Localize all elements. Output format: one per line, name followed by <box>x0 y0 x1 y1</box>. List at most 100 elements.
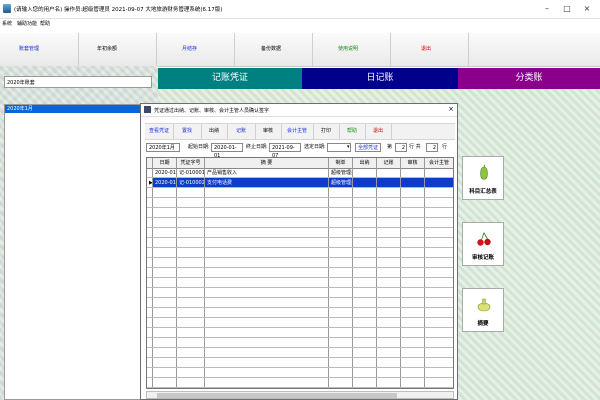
empty-cell <box>205 368 329 377</box>
empty-cell <box>153 258 177 267</box>
empty-cell <box>205 348 329 357</box>
empty-cell <box>377 258 401 267</box>
ledger-manage-button[interactable] <box>0 33 79 66</box>
view-voucher-button[interactable]: 查看凭证 <box>145 124 174 139</box>
empty-cell <box>377 308 401 317</box>
horizontal-scrollbar[interactable] <box>146 391 454 399</box>
empty-cell <box>177 378 205 387</box>
cashier-button[interactable]: 出纳 <box>201 124 228 139</box>
help-button[interactable]: 帮助 <box>339 124 366 139</box>
ledger-year-field[interactable]: 2020年账套 <box>4 76 152 88</box>
menu-help[interactable]: 帮助 <box>40 20 50 27</box>
empty-cell <box>425 328 453 337</box>
empty-cell <box>205 298 329 307</box>
subject-summary-button[interactable]: 科目汇总表 <box>462 156 504 200</box>
empty-cell <box>205 338 329 347</box>
empty-cell <box>425 298 453 307</box>
period-list[interactable]: 2020年1月 <box>4 104 152 400</box>
dialog-exit-button[interactable]: 退出 <box>365 124 392 139</box>
maximize-button[interactable]: □ <box>560 2 574 15</box>
tab-voucher[interactable]: 记账凭证 <box>158 68 302 89</box>
empty-cell <box>425 348 453 357</box>
period-item[interactable]: 2020年1月 <box>5 105 151 113</box>
audit-post-button[interactable]: 审核记账 <box>462 222 504 266</box>
window-title: (请输入您的用户名) 操作员:超级管理员 2021-09-07 大地旅游财务管理… <box>14 7 223 13</box>
minimize-button[interactable]: – <box>540 2 554 15</box>
manual-label: 使用说明 <box>338 46 359 52</box>
empty-cell <box>377 188 401 197</box>
empty-cell <box>377 218 401 227</box>
empty-cell <box>353 278 377 287</box>
page-prefix: 第 <box>387 144 393 150</box>
empty-cell <box>205 328 329 337</box>
empty-cell <box>329 318 353 327</box>
all-vouchers-button[interactable]: 全部凭证 <box>355 143 381 152</box>
close-button[interactable]: × <box>580 2 594 15</box>
empty-cell <box>377 348 401 357</box>
empty-cell <box>401 228 425 237</box>
empty-cell <box>329 358 353 367</box>
empty-cell <box>329 288 353 297</box>
table-row[interactable]: 2020-01-16 记-010001 产品销售收入 超级管理员 <box>147 168 453 178</box>
empty-cell <box>401 208 425 217</box>
empty-cell <box>401 248 425 257</box>
empty-row <box>147 298 453 308</box>
row-voucher: 记-010002 <box>179 178 205 187</box>
opening-balance-button[interactable] <box>78 33 157 66</box>
empty-cell <box>177 358 205 367</box>
start-date-field[interactable]: 2020-01-01 <box>211 143 243 159</box>
row-bookkeeper <box>377 178 401 187</box>
scrollbar-thumb[interactable] <box>157 393 397 398</box>
empty-cell <box>377 208 401 217</box>
empty-cell <box>329 188 353 197</box>
audit-button[interactable]: 审核 <box>255 124 282 139</box>
empty-cell <box>353 328 377 337</box>
row-maker: 超级管理员 <box>331 168 353 177</box>
select-date-dropdown-icon[interactable]: ▾ <box>347 144 350 150</box>
empty-cell <box>177 188 205 197</box>
empty-cell <box>329 248 353 257</box>
post-button[interactable]: 记账 <box>227 124 256 139</box>
empty-cell <box>401 308 425 317</box>
empty-cell <box>377 368 401 377</box>
menu-tools[interactable]: 辅助功能 <box>17 20 37 27</box>
empty-cell <box>153 228 177 237</box>
empty-cell <box>401 378 425 387</box>
current-row-field: 2 <box>395 143 407 152</box>
tab-journal[interactable]: 日记账 <box>302 68 458 89</box>
supervisor-button[interactable]: 会计主管 <box>281 124 314 139</box>
summary-button[interactable]: 摘要 <box>462 288 504 332</box>
empty-cell <box>153 368 177 377</box>
empty-cell <box>353 198 377 207</box>
empty-cell <box>177 278 205 287</box>
empty-cell <box>425 208 453 217</box>
find-button[interactable]: 置找 <box>173 124 202 139</box>
period-field[interactable]: 2020年1月 <box>146 143 180 152</box>
print-button[interactable]: 打印 <box>313 124 340 139</box>
row-cashier <box>353 168 377 177</box>
empty-cell <box>353 258 377 267</box>
main-toolbar: 账套管理 年初余额 月结存 备份数据 使用说明 退出 <box>0 33 600 67</box>
empty-cell <box>153 348 177 357</box>
empty-row <box>147 368 453 378</box>
empty-cell <box>177 308 205 317</box>
tab-ledger[interactable]: 分类账 <box>458 68 600 89</box>
subject-summary-label: 科目汇总表 <box>469 189 497 195</box>
col-bookkeeper: 记账 <box>377 158 401 168</box>
dialog-close-icon[interactable]: × <box>448 105 454 113</box>
empty-cell <box>353 358 377 367</box>
empty-row <box>147 318 453 328</box>
table-row[interactable]: ▶ 2020-01-16 记-010002 支付电话费 超级管理员 <box>147 178 453 188</box>
row-supervisor <box>425 178 453 187</box>
empty-cell <box>425 218 453 227</box>
col-maker: 制单 <box>329 158 353 168</box>
menu-system[interactable]: 系统 <box>2 20 12 27</box>
empty-cell <box>377 228 401 237</box>
total-rows-field: 2 <box>426 143 438 152</box>
empty-cell <box>177 298 205 307</box>
empty-cell <box>353 368 377 377</box>
empty-cell <box>425 228 453 237</box>
ledger-manage-label: 账套管理 <box>19 46 40 52</box>
end-date-field[interactable]: 2021-09-07 <box>269 143 301 159</box>
empty-cell <box>425 268 453 277</box>
